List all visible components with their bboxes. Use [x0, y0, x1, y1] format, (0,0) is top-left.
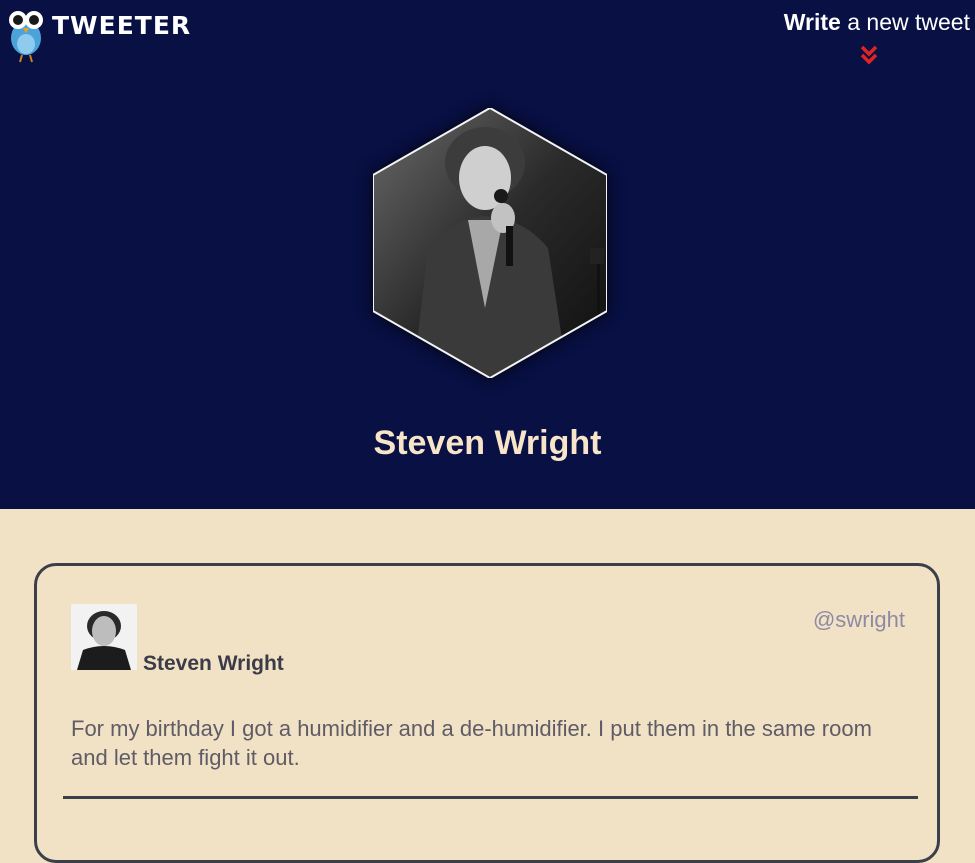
write-label-rest: a new tweet: [840, 9, 970, 35]
write-new-tweet-link[interactable]: Write a new tweet: [784, 9, 970, 36]
owl-bird-logo-icon: [9, 11, 43, 63]
write-label-bold: Write: [783, 9, 841, 35]
tweet-card: Steven Wright @swright For my birthday I…: [34, 563, 940, 863]
profile-avatar: [373, 108, 607, 378]
tweet-text: For my birthday I got a humidifier and a…: [71, 716, 872, 770]
profile-header: TWEETER Write a new tweet Steven Wright: [0, 0, 975, 509]
tweet-author-name[interactable]: Steven Wright: [143, 652, 284, 676]
tweet-divider: [63, 796, 918, 799]
tweet-author-avatar[interactable]: [71, 604, 137, 670]
profile-name: Steven Wright: [373, 424, 602, 462]
app-logo[interactable]: TWEETER: [8, 8, 191, 64]
app-name: TWEETER: [52, 11, 192, 40]
tweet-author-handle[interactable]: @swright: [813, 607, 905, 633]
double-chevron-down-icon[interactable]: [860, 45, 878, 65]
